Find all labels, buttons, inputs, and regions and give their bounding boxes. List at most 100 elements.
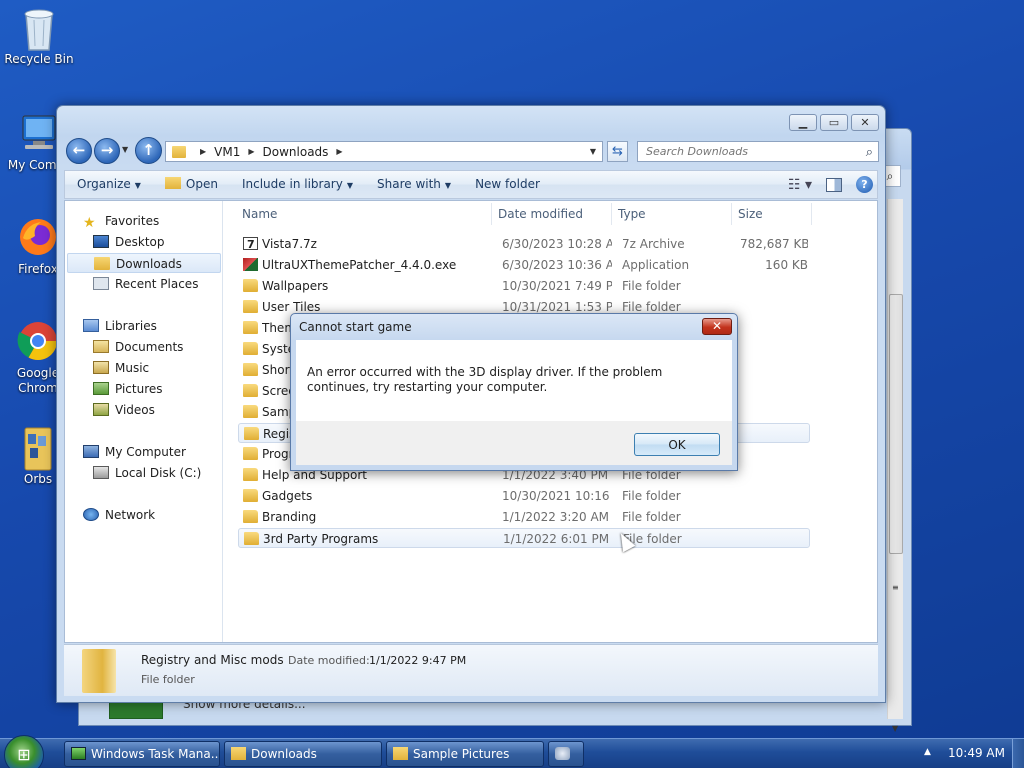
desktop-icon-recycle-bin[interactable]: Recycle Bin [1, 6, 77, 67]
dialog-title: Cannot start game [299, 320, 412, 334]
nav-my-computer[interactable]: My Computer [83, 442, 186, 462]
dialog-footer: OK [296, 421, 732, 465]
file-name: Branding [262, 510, 317, 524]
nav-local-disk[interactable]: Local Disk (C:) [93, 463, 201, 483]
nav-videos[interactable]: Videos [93, 400, 155, 420]
start-button[interactable]: ⊞ [4, 735, 44, 768]
file-name: Vista7.7z [262, 237, 317, 251]
column-header-name[interactable]: Name [236, 203, 492, 225]
file-name: UltraUXThemePatcher_4.4.0.exe [262, 258, 457, 272]
firefox-icon [17, 216, 59, 258]
change-view-icon[interactable]: ☷ ▾ [788, 177, 812, 193]
nav-libraries[interactable]: Libraries [83, 316, 157, 336]
scroll-grip-icon: ≡ [892, 583, 899, 592]
ok-button[interactable]: OK [634, 433, 720, 456]
include-in-library-menu[interactable]: Include in library ▼ [230, 171, 365, 198]
address-dropdown-icon[interactable]: ▼ [590, 147, 596, 156]
nav-recent-places[interactable]: Recent Places [93, 274, 198, 294]
file-row[interactable]: 3rd Party Programs 1/1/2022 6:01 PM File f… [238, 528, 810, 548]
desktop-icon [93, 235, 109, 248]
error-dialog[interactable]: Cannot start game ✕ An error occurred wi… [290, 313, 738, 471]
new-folder-button[interactable]: New folder [463, 171, 552, 198]
nav-label: Pictures [115, 382, 163, 396]
nav-label: Libraries [105, 319, 157, 333]
taskbar: ⊞ Windows Task Mana... Downloads Sample … [0, 735, 1024, 768]
column-header-type[interactable]: Type [612, 203, 732, 225]
file-row[interactable]: UltraUXThemePatcher_4.4.0.exe 6/30/2023 1… [238, 255, 810, 275]
scroll-down-icon[interactable]: ▼ [892, 724, 898, 733]
scrollbar[interactable]: ▲ ≡ ▼ [887, 199, 903, 733]
nav-documents[interactable]: Documents [93, 337, 183, 357]
taskbar-button-downloads[interactable]: Downloads [224, 741, 382, 767]
file-row[interactable]: Vista7.7z 6/30/2023 10:28 AM 7z Archive 782… [238, 234, 810, 255]
nav-downloads[interactable]: Downloads [67, 253, 221, 273]
command-bar: Organize ▼ Open Include in library ▼ Share… [64, 170, 878, 199]
share-with-menu[interactable]: Share with ▼ [365, 171, 463, 198]
help-icon[interactable]: ? [856, 176, 873, 193]
nav-pictures[interactable]: Pictures [93, 379, 163, 399]
open-label: Open [185, 177, 218, 191]
search-box[interactable]: ⌕ [637, 141, 879, 162]
folder-icon [243, 342, 258, 355]
breadcrumb-separator-icon[interactable]: ▶ [248, 147, 254, 156]
taskbar-button-label: Windows Task Mana... [91, 747, 220, 761]
file-date: 10/30/2021 7:49 PM [502, 279, 612, 293]
preview-pane-icon[interactable] [826, 177, 842, 192]
folder-icon [243, 384, 258, 397]
breadcrumb-separator-icon[interactable]: ▶ [336, 147, 342, 156]
nav-desktop[interactable]: Desktop [93, 232, 165, 252]
folder-icon [172, 145, 186, 158]
column-header-size[interactable]: Size [732, 203, 812, 225]
open-button[interactable]: Open [153, 171, 230, 198]
show-desktop-button[interactable] [1012, 739, 1024, 768]
chevron-down-icon: ▼ [444, 181, 452, 190]
file-type: File folder [622, 510, 681, 524]
breadcrumb-vm1[interactable]: VM1 [214, 145, 240, 159]
folder-icon [164, 177, 181, 189]
file-row[interactable]: Branding 1/1/2022 3:20 AM File folder [238, 507, 810, 527]
dialog-close-button[interactable]: ✕ [702, 318, 732, 335]
minimize-button[interactable]: ▁ [789, 114, 817, 131]
details-type: File folder [141, 673, 195, 686]
taskbar-button-label: Sample Pictures [413, 747, 510, 761]
back-button[interactable]: ← [66, 138, 92, 164]
nav-network[interactable]: Network [83, 505, 155, 525]
dialog-body: An error occurred with the 3D display dr… [296, 340, 732, 421]
organize-menu[interactable]: Organize ▼ [65, 171, 153, 198]
taskbar-button-task-manager[interactable]: Windows Task Mana... [64, 741, 220, 767]
breadcrumb-separator-icon[interactable]: ▶ [200, 147, 206, 156]
dialog-message: An error occurred with the 3D display dr… [307, 365, 663, 394]
close-button[interactable]: ✕ [851, 114, 879, 131]
breadcrumb-downloads[interactable]: Downloads [263, 145, 329, 159]
nav-label: Documents [115, 340, 184, 354]
maximize-button[interactable]: ▭ [820, 114, 848, 131]
downloads-folder-icon [94, 257, 110, 270]
chevron-down-icon: ▼ [346, 181, 353, 190]
file-row[interactable]: Wallpapers 10/30/2021 7:49 PM File folder [238, 276, 810, 296]
show-hidden-icons-icon[interactable]: ▲ [924, 747, 931, 757]
folder-icon [243, 468, 258, 481]
pictures-icon [93, 382, 109, 395]
nav-label: Network [105, 508, 156, 522]
nav-label: Music [115, 361, 150, 375]
file-row[interactable]: Gadgets 10/30/2021 10:16 ... File folder [238, 486, 810, 506]
taskbar-button-sample-pictures[interactable]: Sample Pictures [386, 741, 544, 767]
folder-icon [244, 427, 259, 440]
taskbar-button-game[interactable] [548, 741, 584, 767]
refresh-button[interactable]: ⇆ [607, 141, 628, 162]
scrollbar-thumb[interactable] [889, 294, 903, 554]
recent-pages-dropdown-icon[interactable]: ▼ [122, 145, 128, 154]
star-icon: ★ [83, 215, 96, 231]
nav-favorites[interactable]: ★ Favorites [83, 211, 159, 231]
search-input[interactable] [646, 145, 846, 158]
clock[interactable]: 10:49 AM [948, 746, 1005, 760]
column-header-date[interactable]: Date modified [492, 203, 612, 225]
search-icon[interactable]: ⌕ [866, 143, 873, 162]
up-button[interactable]: ↑ [135, 137, 162, 164]
details-date-label: Date modified: [288, 654, 370, 667]
nav-label: My Computer [105, 445, 186, 459]
address-bar[interactable]: ▶ VM1 ▶ Downloads ▶ ▼ [165, 141, 603, 162]
folder-icon [82, 649, 116, 693]
nav-music[interactable]: Music [93, 358, 149, 378]
forward-button[interactable]: → [94, 138, 120, 164]
